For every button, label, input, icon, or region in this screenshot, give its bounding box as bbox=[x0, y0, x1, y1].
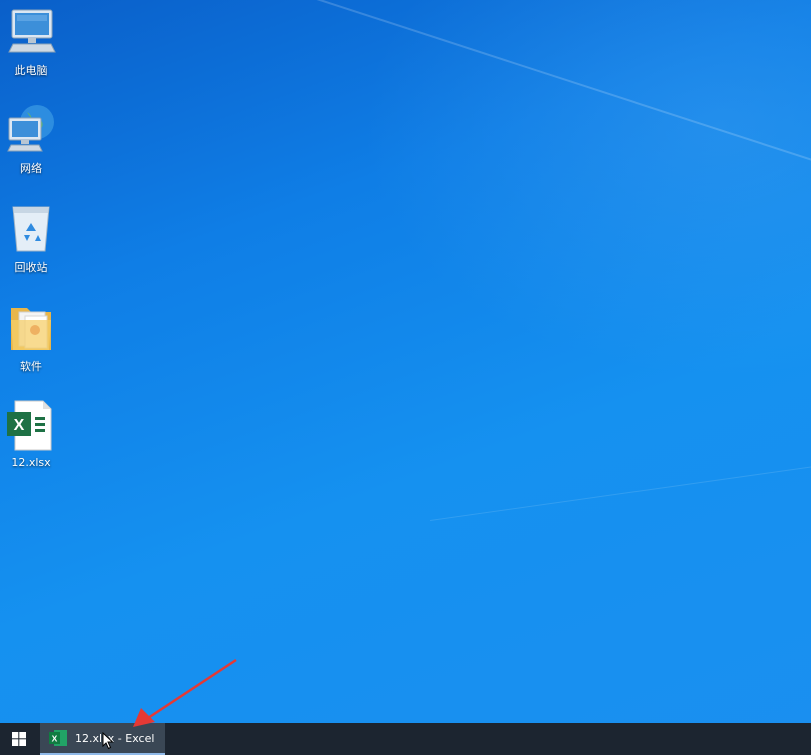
taskbar-item-label: 12.xlsx - Excel bbox=[75, 731, 155, 745]
desktop-icon-label: 网络 bbox=[20, 162, 42, 175]
recycle-bin-icon bbox=[5, 203, 57, 255]
taskbar: X 12.xlsx - Excel bbox=[0, 723, 811, 755]
this-pc-icon bbox=[5, 6, 57, 58]
excel-icon: X bbox=[49, 730, 67, 746]
windows-start-icon bbox=[12, 732, 26, 746]
desktop-icon-recycle-bin[interactable]: 回收站 bbox=[4, 203, 58, 283]
desktop-icon-this-pc[interactable]: 此电脑 bbox=[4, 6, 58, 86]
mouse-cursor-icon bbox=[102, 732, 114, 750]
wallpaper-glow bbox=[300, 0, 811, 420]
desktop-icon-software-folder[interactable]: 软件 bbox=[4, 302, 58, 382]
desktop-icon-excel-file[interactable]: X 12.xlsx bbox=[4, 400, 58, 480]
desktop-icon-label: 软件 bbox=[20, 360, 42, 373]
wallpaper-light-ray bbox=[199, 0, 811, 241]
desktop-icon-label: 此电脑 bbox=[14, 64, 48, 77]
folder-icon bbox=[5, 302, 57, 354]
desktop-icon-label: 12.xlsx bbox=[11, 456, 51, 469]
wallpaper-light-ray bbox=[430, 436, 811, 521]
svg-text:X: X bbox=[52, 734, 58, 744]
network-icon bbox=[5, 104, 57, 156]
desktop-icon-label: 回收站 bbox=[14, 261, 48, 274]
svg-text:X: X bbox=[14, 417, 25, 434]
desktop: 此电脑 网络 回收站 软件 X 12.xlsx bbox=[0, 0, 811, 723]
desktop-icon-network[interactable]: 网络 bbox=[4, 104, 58, 184]
excel-file-icon: X bbox=[5, 400, 57, 452]
start-button[interactable] bbox=[0, 723, 38, 755]
